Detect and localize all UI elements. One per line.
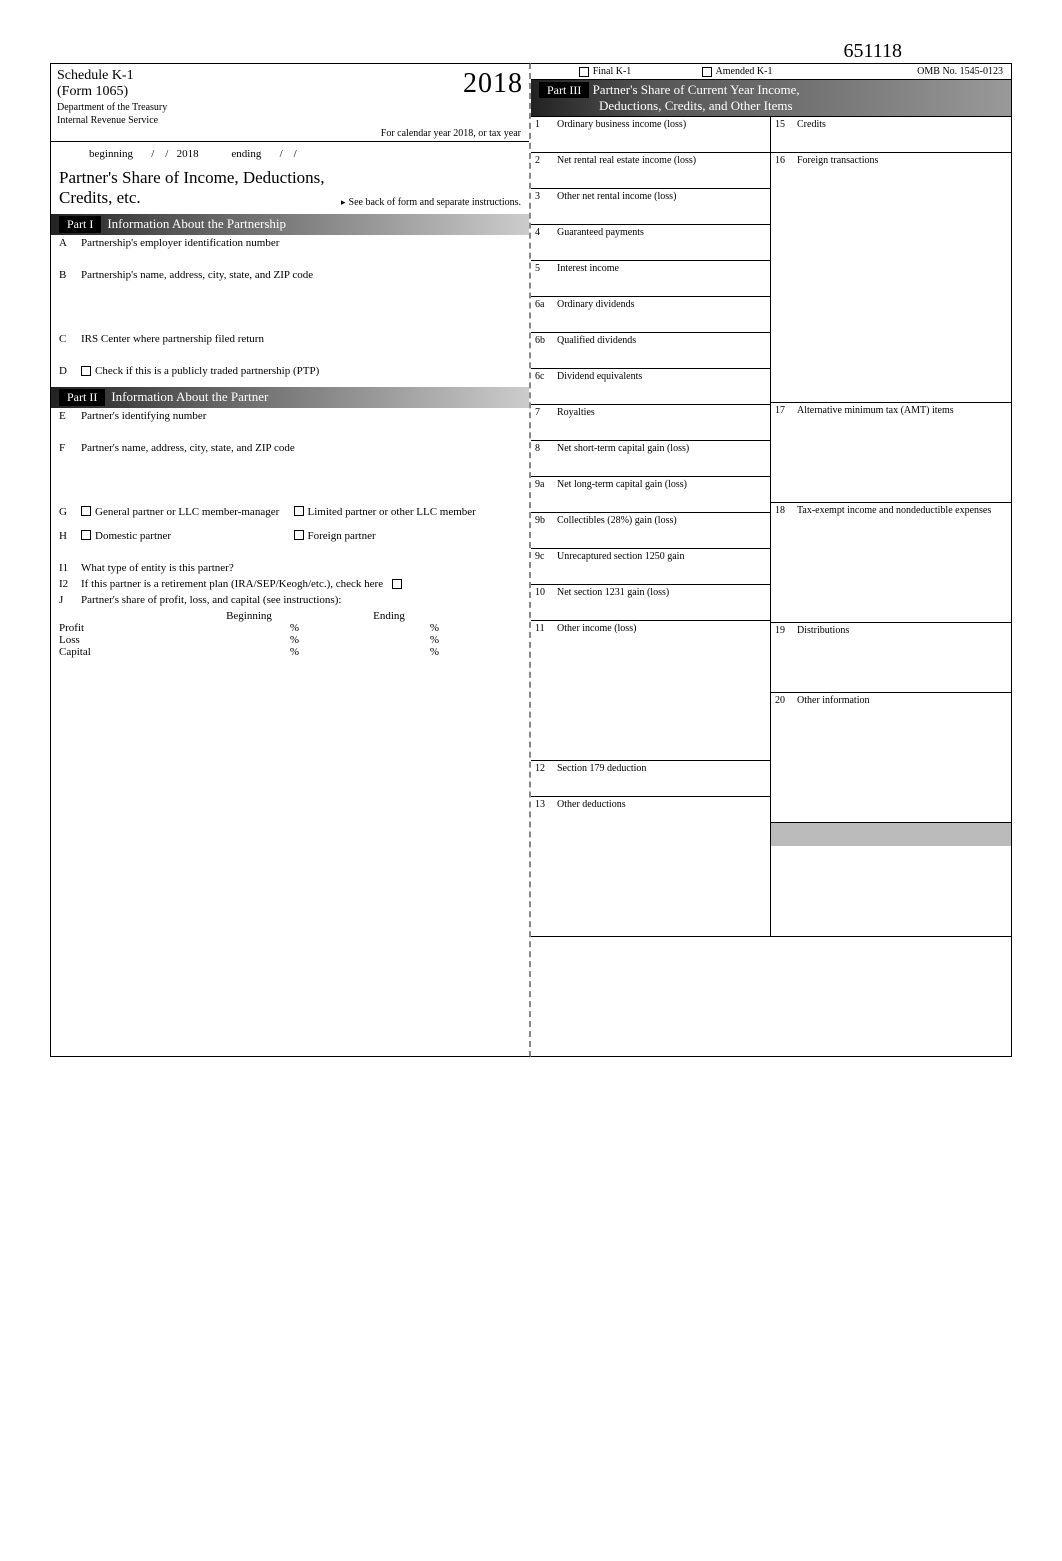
line-H-right: Foreign partner [308, 530, 376, 542]
form-code: 651118 [50, 40, 1012, 63]
line-6b: Qualified dividends [557, 335, 766, 366]
part-3-left-subcol: 1Ordinary business income (loss) 2Net re… [531, 116, 771, 936]
dept-line-2: Internal Revenue Service [57, 113, 463, 126]
line-B-label: Partnership's name, address, city, state… [81, 269, 521, 281]
fixed-year: 2018 [177, 148, 199, 160]
part-3-title-1: Partner's Share of Current Year Income, [593, 82, 800, 97]
part-1-label: Part I [59, 216, 101, 233]
amended-k1-label: Amended K-1 [716, 66, 773, 77]
beginning-label: beginning [59, 148, 143, 160]
loss-begin-pct[interactable]: % [179, 634, 319, 646]
line-16: Foreign transactions [797, 155, 1007, 400]
capital-label: Capital [59, 646, 179, 658]
form-number: (Form 1065) [57, 84, 463, 100]
line-H-left: Domestic partner [95, 530, 171, 542]
line-5: Interest income [557, 263, 766, 294]
line-D-label: Check if this is a publicly traded partn… [95, 365, 319, 377]
omb-number: OMB No. 1545-0123 [803, 66, 1003, 77]
amended-k1-checkbox[interactable] [702, 67, 712, 77]
line-I1-label: What type of entity is this partner? [81, 562, 521, 574]
line-9c: Unrecaptured section 1250 gain [557, 551, 766, 582]
domestic-partner-checkbox[interactable] [81, 530, 91, 540]
final-k1-label: Final K-1 [593, 66, 632, 77]
line-F-label: Partner's name, address, city, state, an… [81, 442, 521, 454]
general-partner-checkbox[interactable] [81, 506, 91, 516]
tax-year-prefix: 20 [463, 68, 493, 99]
ptp-checkbox[interactable] [81, 366, 91, 376]
foreign-partner-checkbox[interactable] [294, 530, 304, 540]
see-back-note: See back of form and separate instructio… [341, 197, 521, 208]
part-1-title: Information About the Partnership [107, 216, 286, 232]
line-9a: Net long-term capital gain (loss) [557, 479, 766, 510]
capital-end-pct[interactable]: % [319, 646, 459, 658]
line-19: Distributions [797, 625, 1007, 690]
line-11: Other income (loss) [557, 623, 766, 758]
right-column: Final K-1 Amended K-1 OMB No. 1545-0123 … [531, 63, 1012, 1057]
part-3-header: Part III Partner's Share of Current Year… [531, 80, 1011, 116]
tax-year-suffix: 18 [493, 68, 523, 99]
tax-year-dates: beginning / / 2018 ending / / [51, 141, 529, 166]
part-3-right-subcol: 15Credits 16Foreign transactions 17Alter… [771, 116, 1011, 936]
profit-label: Profit [59, 622, 179, 634]
schedule-name: Schedule K-1 [57, 68, 463, 84]
line-20: Other information [797, 695, 1007, 820]
part-3-grid: 1Ordinary business income (loss) 2Net re… [531, 116, 1011, 936]
line-15: Credits [797, 119, 1007, 150]
line-C-label: IRS Center where partnership filed retur… [81, 333, 521, 345]
part-1-header: Part I Information About the Partnership [51, 214, 529, 235]
line-17: Alternative minimum tax (AMT) items [797, 405, 1007, 500]
limited-partner-checkbox[interactable] [294, 506, 304, 516]
ending-label: ending [201, 148, 271, 160]
ending-header: Ending [319, 610, 459, 622]
left-blank-area [51, 660, 529, 1040]
beginning-header: Beginning [179, 610, 319, 622]
line-13: Other deductions [557, 799, 766, 934]
retirement-plan-checkbox[interactable] [392, 579, 402, 589]
line-E-label: Partner's identifying number [81, 410, 521, 422]
line-G-right: Limited partner or other LLC member [308, 506, 476, 518]
final-k1-checkbox[interactable] [579, 67, 589, 77]
capital-begin-pct[interactable]: % [179, 646, 319, 658]
line-I2-label: If this partner is a retirement plan (IR… [81, 578, 383, 590]
line-6a: Ordinary dividends [557, 299, 766, 330]
profit-end-pct[interactable]: % [319, 622, 459, 634]
loss-end-pct[interactable]: % [319, 634, 459, 646]
part-3-label: Part III [539, 82, 589, 98]
line-G-left: General partner or LLC member-manager [95, 506, 279, 518]
line-6c: Dividend equivalents [557, 371, 766, 402]
part-2-title: Information About the Partner [111, 389, 268, 405]
line-7: Royalties [557, 407, 766, 438]
credits-etc: Credits, etc. [59, 188, 341, 208]
line-10: Net section 1231 gain (loss) [557, 587, 766, 618]
left-column: Schedule K-1 (Form 1065) Department of t… [50, 63, 531, 1057]
part-2-label: Part II [59, 389, 105, 406]
line-12: Section 179 deduction [557, 763, 766, 794]
line-1: Ordinary business income (loss) [557, 119, 766, 150]
dept-line-1: Department of the Treasury [57, 100, 463, 113]
part-3-title-2: Deductions, Credits, and Other Items [539, 98, 793, 113]
right-footer-strip [771, 822, 1011, 846]
line-J-label: Partner's share of profit, loss, and cap… [81, 594, 521, 606]
line-8: Net short-term capital gain (loss) [557, 443, 766, 474]
line-18: Tax-exempt income and nondeductible expe… [797, 505, 1007, 620]
line-3: Other net rental income (loss) [557, 191, 766, 222]
ending-date[interactable]: / / [274, 148, 302, 160]
calendar-year-line: For calendar year 2018, or tax year [51, 126, 529, 141]
profit-begin-pct[interactable]: % [179, 622, 319, 634]
line-A-label: Partnership's employer identification nu… [81, 237, 521, 249]
form-body: Schedule K-1 (Form 1065) Department of t… [50, 63, 1012, 1057]
share-title: Partner's Share of Income, Deductions, [51, 166, 529, 188]
part-2-header: Part II Information About the Partner [51, 387, 529, 408]
beginning-date[interactable]: / / [146, 148, 174, 160]
loss-label: Loss [59, 634, 179, 646]
line-9b: Collectibles (28%) gain (loss) [557, 515, 766, 546]
line-4: Guaranteed payments [557, 227, 766, 258]
right-blank-area [531, 936, 1011, 1056]
line-2: Net rental real estate income (loss) [557, 155, 766, 186]
